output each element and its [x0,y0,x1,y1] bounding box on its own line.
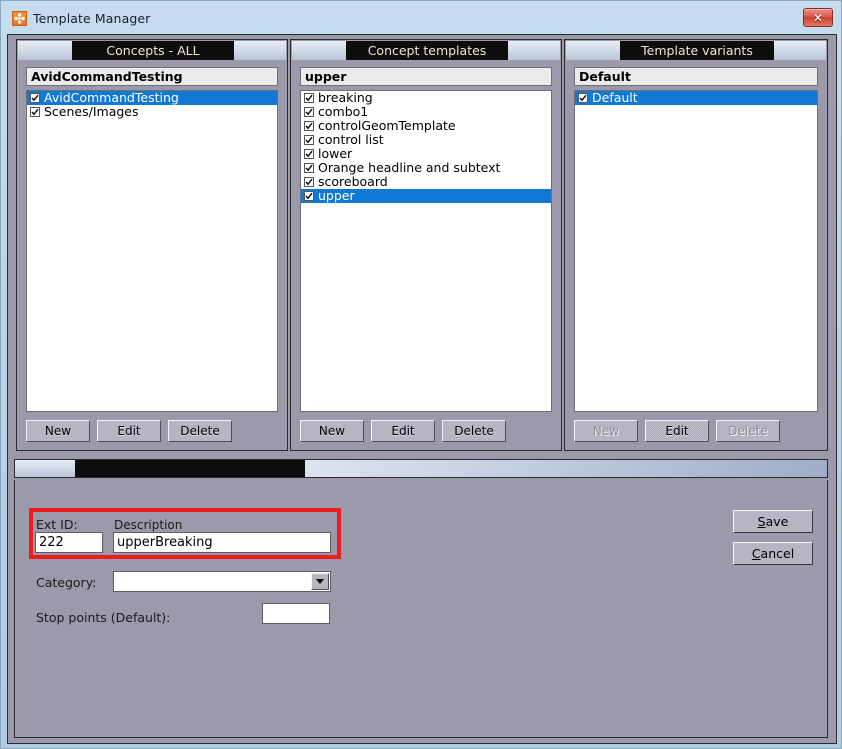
panel-variants-title: Template variants [620,41,774,60]
client-area: Concepts - ALL AvidCommandTesting AvidCo… [7,34,837,744]
templates-filter-input[interactable]: upper [300,67,552,86]
panel-concepts: Concepts - ALL AvidCommandTesting AvidCo… [16,39,288,451]
detail-header-bar [14,459,828,478]
header-grip-left [566,41,620,60]
template-manager-window: Template Manager ✕ Concepts - ALL AvidCo… [0,0,842,749]
detail-form: Ext ID: 222 Description upperBreaking Ca… [14,480,828,738]
cancel-rest: ancel [760,546,795,561]
variants-delete-button: Delete [716,420,780,442]
header-fill [305,460,827,477]
variants-filter-input[interactable]: Default [574,67,818,86]
variants-edit-button[interactable]: Edit [645,420,709,442]
list-item-label: breaking [318,90,373,105]
category-dropdown[interactable] [113,571,331,592]
chevron-glyph [316,579,324,584]
list-item-label: Scenes/Images [44,104,139,119]
variants-button-row: New Edit Delete [574,420,818,442]
templates-list[interactable]: breaking combo1 controlGeomTemplate cont… [300,90,552,412]
checkbox-checked-icon[interactable] [304,121,314,131]
checkbox-checked-icon[interactable] [30,107,40,117]
browser-panels-region: Concepts - ALL AvidCommandTesting AvidCo… [8,35,836,454]
templates-delete-button[interactable]: Delete [442,420,506,442]
checkbox-checked-icon[interactable] [578,93,588,103]
window-titlebar: Template Manager ✕ [1,1,842,34]
description-label: Description [114,518,183,532]
concepts-new-button[interactable]: New [26,420,90,442]
header-grip-right [234,41,286,60]
panel-templates-header: Concept templates [292,41,560,60]
concepts-button-row: New Edit Delete [26,420,278,442]
header-grip-left [18,41,72,60]
app-icon [12,11,27,26]
list-item[interactable]: Scenes/Images [27,105,277,119]
panel-concepts-header: Concepts - ALL [18,41,286,60]
save-rest: ave [765,514,789,529]
list-item[interactable]: control list [301,133,551,147]
panel-concepts-title: Concepts - ALL [72,41,234,60]
checkbox-checked-icon[interactable] [304,135,314,145]
list-item-label: control list [318,132,384,147]
save-button[interactable]: Save [733,510,813,533]
list-item-label: Orange headline and subtext [318,160,501,175]
checkbox-checked-icon[interactable] [304,149,314,159]
panel-templates-title: Concept templates [346,41,508,60]
list-item[interactable]: breaking [301,91,551,105]
stop-points-input[interactable] [262,603,330,624]
list-item-label: AvidCommandTesting [44,90,179,105]
description-input[interactable]: upperBreaking [113,532,331,553]
list-item-label: scoreboard [318,174,388,189]
templates-new-button[interactable]: New [300,420,364,442]
concepts-delete-button[interactable]: Delete [168,420,232,442]
list-item[interactable]: AvidCommandTesting [27,91,277,105]
list-item-label: combo1 [318,104,369,119]
cancel-button[interactable]: Cancel [733,542,813,565]
save-accel: S [757,514,766,529]
checkbox-checked-icon[interactable] [304,107,314,117]
cancel-accel: C [751,546,761,561]
panel-template-variants: Template variants Default Default New Ed… [564,39,828,451]
close-glyph: ✕ [812,10,824,25]
list-item-label: upper [318,188,355,203]
list-item-label: lower [318,146,353,161]
list-item[interactable]: scoreboard [301,175,551,189]
header-grip-left [292,41,346,60]
ext-id-input[interactable]: 222 [35,532,103,553]
close-icon[interactable]: ✕ [803,8,833,27]
header-grip-right [774,41,826,60]
concepts-list[interactable]: AvidCommandTesting Scenes/Images [26,90,278,412]
list-item-label: Default [592,90,638,105]
list-item[interactable]: upper [301,189,551,203]
list-item[interactable]: controlGeomTemplate [301,119,551,133]
templates-button-row: New Edit Delete [300,420,552,442]
checkbox-checked-icon[interactable] [304,93,314,103]
header-grip-right [508,41,560,60]
list-item[interactable]: combo1 [301,105,551,119]
chevron-down-icon[interactable] [311,573,329,590]
window-title: Template Manager [33,11,151,26]
panel-concept-templates: Concept templates upper breaking combo1 [290,39,562,451]
header-grip-left [15,460,75,477]
checkbox-checked-icon[interactable] [304,191,314,201]
concepts-edit-button[interactable]: Edit [97,420,161,442]
list-item[interactable]: Default [575,91,817,105]
checkbox-checked-icon[interactable] [304,177,314,187]
detail-header-title [75,460,305,477]
templates-edit-button[interactable]: Edit [371,420,435,442]
variants-new-button: New [574,420,638,442]
list-item[interactable]: lower [301,147,551,161]
list-item[interactable]: Orange headline and subtext [301,161,551,175]
detail-region: Ext ID: 222 Description upperBreaking Ca… [8,456,836,743]
category-label: Category: [36,575,97,590]
ext-id-label: Ext ID: [36,517,78,532]
checkbox-checked-icon[interactable] [304,163,314,173]
checkbox-checked-icon[interactable] [30,93,40,103]
concepts-filter-input[interactable]: AvidCommandTesting [26,67,278,86]
panel-variants-header: Template variants [566,41,826,60]
variants-list[interactable]: Default [574,90,818,412]
stop-points-label: Stop points (Default): [36,610,171,625]
list-item-label: controlGeomTemplate [318,118,456,133]
